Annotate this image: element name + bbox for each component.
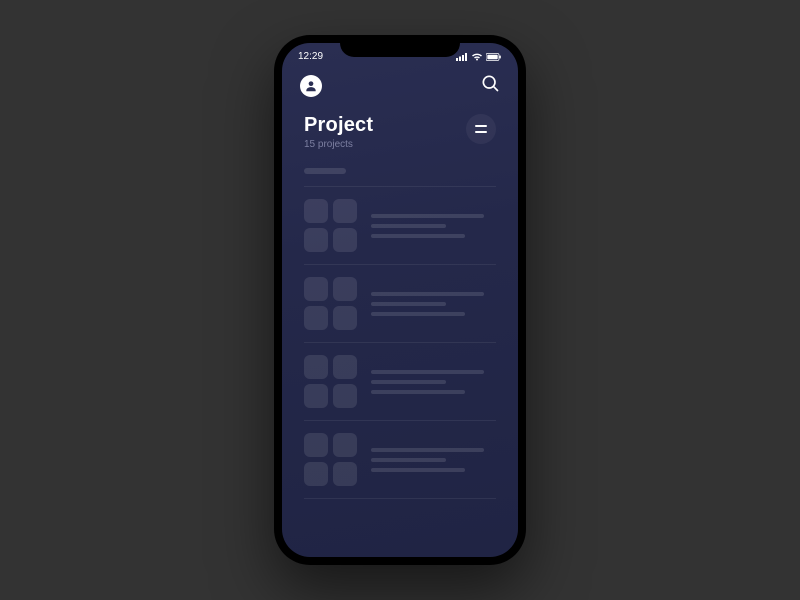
tile [333,306,357,330]
tile [304,306,328,330]
list-item[interactable] [304,433,496,486]
battery-icon [486,53,502,61]
status-time: 12:29 [298,51,323,62]
section-label-placeholder [304,168,346,174]
screen: 12:29 Project 15 projects [282,43,518,557]
profile-icon[interactable] [300,75,322,97]
menu-icon [475,125,487,127]
text-placeholder [371,277,496,330]
tile [304,277,328,301]
tile [333,384,357,408]
text-line [371,370,484,374]
tile [304,384,328,408]
text-line [371,458,446,462]
text-line [371,302,446,306]
text-line [371,468,465,472]
menu-button[interactable] [466,114,496,144]
text-line [371,292,484,296]
signal-icon [456,53,468,61]
menu-icon [475,131,487,133]
status-icons [456,53,502,61]
title-row: Project 15 projects [282,102,518,154]
text-line [371,312,465,316]
page-title: Project [304,114,373,137]
tile [333,433,357,457]
content-list [282,154,518,499]
tile [304,433,328,457]
thumbnail-grid [304,433,357,486]
page-subtitle: 15 projects [304,139,373,150]
tile [333,355,357,379]
tile [304,228,328,252]
tile [333,462,357,486]
text-placeholder [371,433,496,486]
notch [340,35,460,57]
text-placeholder [371,199,496,252]
phone-frame: 12:29 Project 15 projects [274,35,526,565]
tile [333,199,357,223]
list-item[interactable] [304,355,496,408]
tile [333,277,357,301]
divider [304,420,496,421]
thumbnail-grid [304,355,357,408]
search-icon[interactable] [480,73,500,98]
thumbnail-grid [304,277,357,330]
tile [304,355,328,379]
text-line [371,380,446,384]
divider [304,264,496,265]
tile [304,462,328,486]
text-line [371,214,484,218]
tile [333,228,357,252]
text-line [371,224,446,228]
divider [304,186,496,187]
text-placeholder [371,355,496,408]
text-line [371,234,465,238]
list-item[interactable] [304,199,496,252]
text-line [371,448,484,452]
tile [304,199,328,223]
divider [304,342,496,343]
text-line [371,390,465,394]
thumbnail-grid [304,199,357,252]
wifi-icon [471,53,483,61]
top-bar [282,65,518,102]
list-item[interactable] [304,277,496,330]
divider [304,498,496,499]
